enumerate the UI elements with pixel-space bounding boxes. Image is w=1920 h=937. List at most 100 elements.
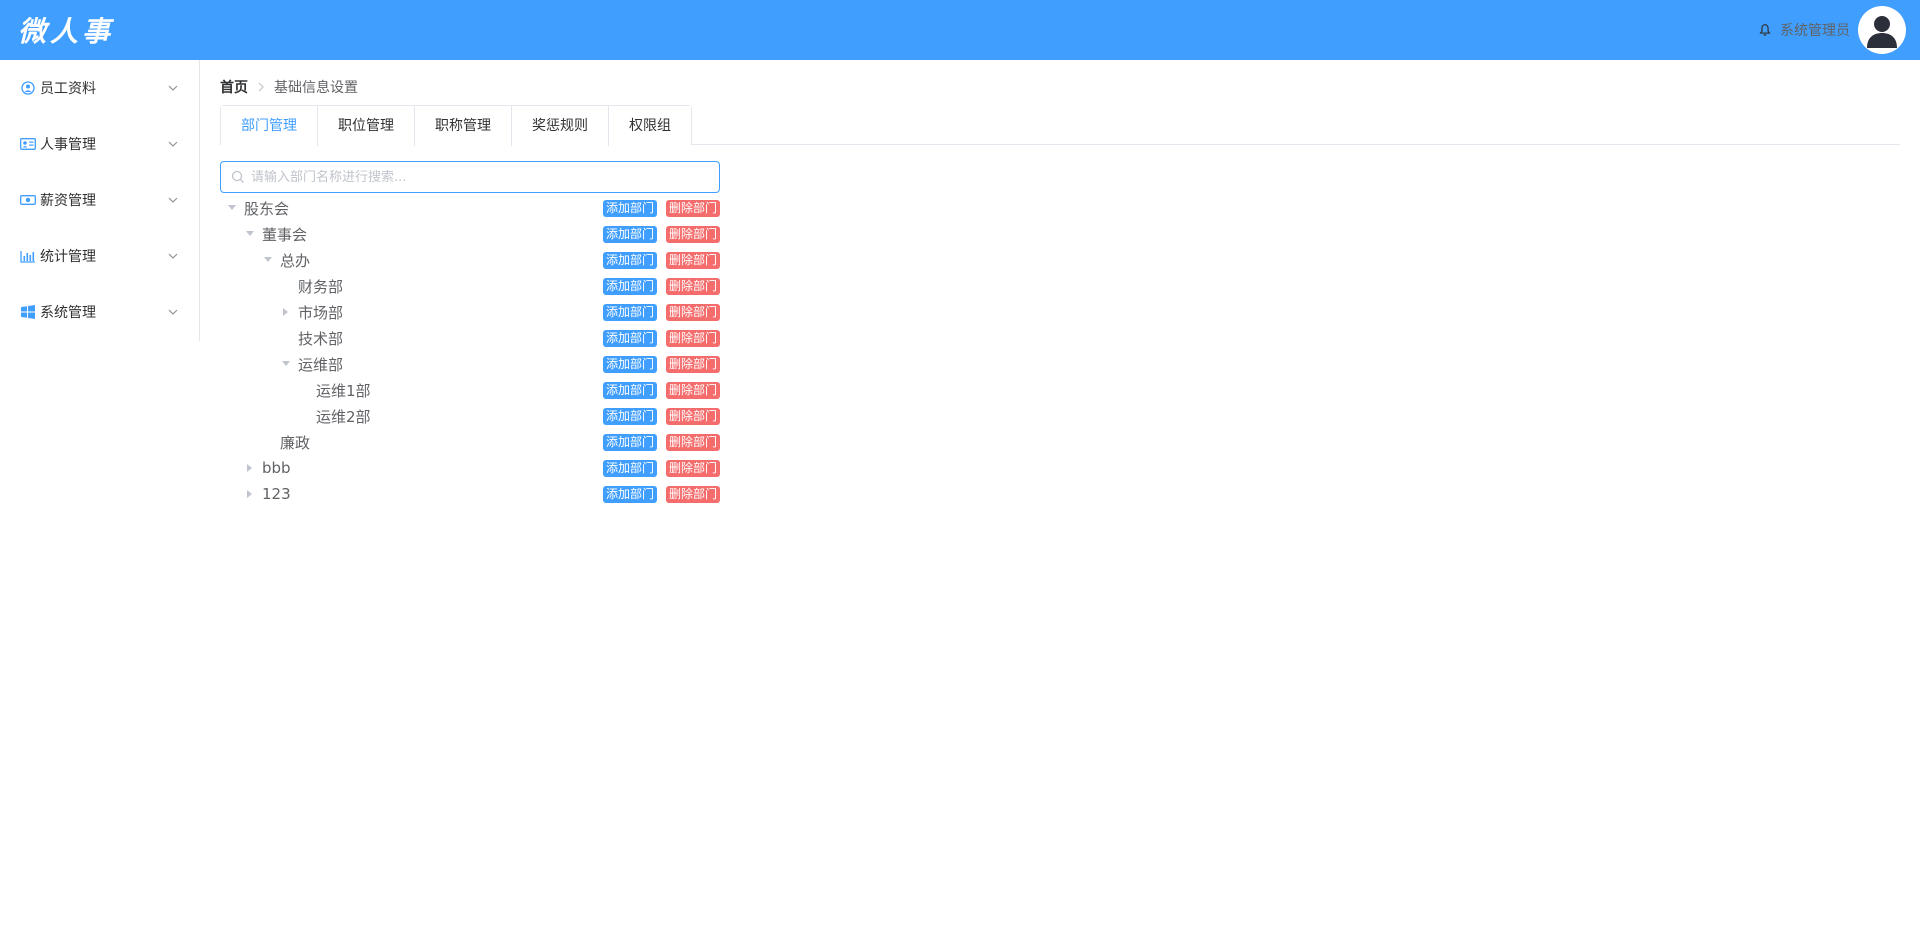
tab-job-title[interactable]: 职称管理 <box>414 106 511 146</box>
tree-node-label[interactable]: 技术部 <box>298 328 343 349</box>
chevron-down-icon <box>168 85 178 91</box>
caret-down-icon[interactable] <box>244 228 256 240</box>
delete-department-button[interactable]: 删除部门 <box>665 382 720 399</box>
tree-node[interactable]: 总办 添加部门 删除部门 <box>220 247 720 273</box>
breadcrumb: 首页 基础信息设置 <box>220 77 1900 97</box>
tree-node-label[interactable]: bbb <box>262 459 291 477</box>
caret-right-icon[interactable] <box>244 462 256 474</box>
sidebar-item-label: 系统管理 <box>40 305 96 321</box>
avatar[interactable] <box>1858 6 1906 54</box>
tab-permission-group[interactable]: 权限组 <box>608 106 691 146</box>
chevron-down-icon <box>168 197 178 203</box>
tree-node-label[interactable]: 总办 <box>280 250 310 271</box>
tree-node[interactable]: 董事会 添加部门 删除部门 <box>220 221 720 247</box>
delete-department-button[interactable]: 删除部门 <box>665 252 720 269</box>
caret-down-icon[interactable] <box>226 202 238 214</box>
caret-right-icon[interactable] <box>244 488 256 500</box>
tree-node-actions: 添加部门 删除部门 <box>602 226 720 243</box>
tree-node[interactable]: 技术部 添加部门 删除部门 <box>220 325 720 351</box>
bell-icon[interactable] <box>1758 23 1772 37</box>
add-department-button[interactable]: 添加部门 <box>602 252 657 269</box>
delete-department-button[interactable]: 删除部门 <box>665 278 720 295</box>
tree-node-label[interactable]: 123 <box>262 485 291 503</box>
sidebar-item-label: 人事管理 <box>40 137 96 153</box>
tab-position[interactable]: 职位管理 <box>317 106 414 146</box>
breadcrumb-home-link[interactable]: 首页 <box>220 77 248 97</box>
department-tree: 股东会 添加部门 删除部门 董事会 添加部门 删除部门 总办 添加部门 删除部门 财务部 添加部门删… <box>220 195 720 507</box>
windows-icon <box>20 304 36 320</box>
tree-node[interactable]: 股东会 添加部门 删除部门 <box>220 195 720 221</box>
tree-node-actions: 添加部门 删除部门 <box>602 278 720 295</box>
tree-node-label[interactable]: 董事会 <box>262 224 307 245</box>
tree-node-actions: 添加部门 删除部门 <box>602 408 720 425</box>
tree-node[interactable]: 廉政 添加部门 删除部门 <box>220 429 720 455</box>
breadcrumb-current: 基础信息设置 <box>274 80 358 96</box>
sidebar-item-salary[interactable]: 薪资管理 <box>0 172 199 228</box>
chevron-down-icon <box>168 309 178 315</box>
delete-department-button[interactable]: 删除部门 <box>665 330 720 347</box>
delete-department-button[interactable]: 删除部门 <box>665 460 720 477</box>
caret-down-icon[interactable] <box>262 254 274 266</box>
tree-node[interactable]: 运维2部 添加部门 删除部门 <box>220 403 720 429</box>
tree-node[interactable]: 市场部 添加部门 删除部门 <box>220 299 720 325</box>
delete-department-button[interactable]: 删除部门 <box>665 304 720 321</box>
delete-department-button[interactable]: 删除部门 <box>665 434 720 451</box>
add-department-button[interactable]: 添加部门 <box>602 200 657 217</box>
id-card-icon <box>20 136 36 152</box>
add-department-button[interactable]: 添加部门 <box>602 356 657 373</box>
user-circle-icon <box>20 80 36 96</box>
tab-department[interactable]: 部门管理 <box>221 106 317 147</box>
user-name-dropdown[interactable]: 系统管理员 <box>1780 20 1850 40</box>
app-logo[interactable]: 微人事 <box>18 10 114 50</box>
delete-department-button[interactable]: 删除部门 <box>665 226 720 243</box>
caret-down-icon[interactable] <box>280 358 292 370</box>
tab-reward-punishment[interactable]: 奖惩规则 <box>511 106 608 146</box>
sidebar-item-system[interactable]: 系统管理 <box>0 284 199 340</box>
sidebar-item-personnel[interactable]: 人事管理 <box>0 116 199 172</box>
add-department-button[interactable]: 添加部门 <box>602 382 657 399</box>
settings-tabs: 部门管理 职位管理 职称管理 奖惩规则 权限组 <box>220 105 1900 147</box>
sidebar-item-label: 员工资料 <box>40 81 96 97</box>
add-department-button[interactable]: 添加部门 <box>602 486 657 503</box>
delete-department-button[interactable]: 删除部门 <box>665 486 720 503</box>
tree-node-actions: 添加部门 删除部门 <box>602 252 720 269</box>
tree-node-label[interactable]: 市场部 <box>298 302 343 323</box>
tree-node[interactable]: 123 添加部门 删除部门 <box>220 481 720 507</box>
department-search-input[interactable] <box>251 169 711 185</box>
tree-node[interactable]: 财务部 添加部门 删除部门 <box>220 273 720 299</box>
delete-department-button[interactable]: 删除部门 <box>665 200 720 217</box>
add-department-button[interactable]: 添加部门 <box>602 278 657 295</box>
delete-department-button[interactable]: 删除部门 <box>665 408 720 425</box>
add-department-button[interactable]: 添加部门 <box>602 408 657 425</box>
add-department-button[interactable]: 添加部门 <box>602 330 657 347</box>
tree-node-label[interactable]: 运维1部 <box>316 380 371 401</box>
sidebar-item-label: 薪资管理 <box>40 193 96 209</box>
add-department-button[interactable]: 添加部门 <box>602 226 657 243</box>
add-department-button[interactable]: 添加部门 <box>602 460 657 477</box>
main-content: 首页 基础信息设置 部门管理 职位管理 职称管理 奖惩规则 权限组 股东会添加部… <box>220 60 1900 507</box>
sidebar-item-statistics[interactable]: 统计管理 <box>0 228 199 284</box>
sidebar-item-employee[interactable]: 员工资料 <box>0 60 199 116</box>
add-department-button[interactable]: 添加部门 <box>602 304 657 321</box>
add-department-button[interactable]: 添加部门 <box>602 434 657 451</box>
tree-node-label[interactable]: 财务部 <box>298 276 343 297</box>
tree-node[interactable]: 运维部 添加部门 删除部门 <box>220 351 720 377</box>
chevron-right-icon <box>258 82 264 92</box>
tab-group: 部门管理 职位管理 职称管理 奖惩规则 权限组 <box>220 105 692 147</box>
tree-node-actions: 添加部门 删除部门 <box>602 304 720 321</box>
tree-node-label[interactable]: 廉政 <box>280 432 310 453</box>
tree-node-actions: 添加部门 删除部门 <box>602 382 720 399</box>
department-search-box <box>220 161 720 193</box>
tree-node[interactable]: bbb 添加部门 删除部门 <box>220 455 720 481</box>
tree-node-actions: 添加部门 删除部门 <box>602 434 720 451</box>
tree-node-label[interactable]: 运维2部 <box>316 406 371 427</box>
delete-department-button[interactable]: 删除部门 <box>665 356 720 373</box>
tree-node[interactable]: 运维1部 添加部门 删除部门 <box>220 377 720 403</box>
tree-node-label[interactable]: 运维部 <box>298 354 343 375</box>
bar-chart-icon <box>20 248 36 264</box>
caret-right-icon[interactable] <box>280 306 292 318</box>
tree-node-actions: 添加部门 删除部门 <box>602 486 720 503</box>
tree-node-label[interactable]: 股东会 <box>244 198 289 219</box>
